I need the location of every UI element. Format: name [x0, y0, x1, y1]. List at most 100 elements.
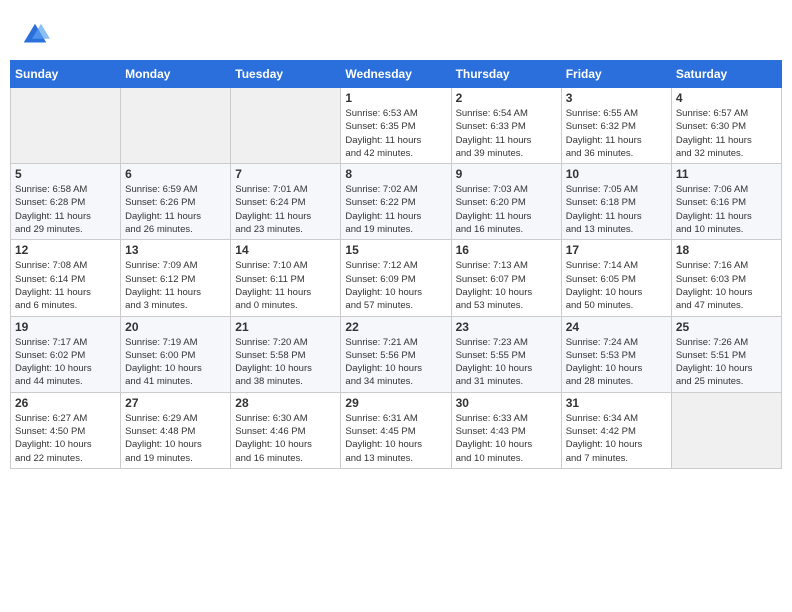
- day-info: Sunrise: 7:23 AM Sunset: 5:55 PM Dayligh…: [456, 336, 557, 389]
- calendar-cell: 3 Sunrise: 6:55 AM Sunset: 6:32 PM Daylig…: [561, 88, 671, 164]
- calendar-cell: 12 Sunrise: 7:08 AM Sunset: 6:14 PM Dayli…: [11, 240, 121, 316]
- day-info: Sunrise: 7:14 AM Sunset: 6:05 PM Dayligh…: [566, 259, 667, 312]
- day-number: 11: [676, 167, 777, 181]
- calendar-cell: 15Sunrise: 7:12 AM Sunset: 6:09 PM Dayli…: [341, 240, 451, 316]
- day-number: 20: [125, 320, 226, 334]
- day-info: Sunrise: 7:06 AM Sunset: 6:16 PM Dayligh…: [676, 183, 777, 236]
- day-number: 1: [345, 91, 446, 105]
- day-info: Sunrise: 6:57 AM Sunset: 6:30 PM Dayligh…: [676, 107, 777, 160]
- day-info: Sunrise: 7:08 AM Sunset: 6:14 PM Dayligh…: [15, 259, 116, 312]
- day-of-week-header: Thursday: [451, 61, 561, 88]
- calendar-cell: [671, 392, 781, 468]
- day-number: 18: [676, 243, 777, 257]
- calendar-cell: 19 Sunrise: 7:17 AM Sunset: 6:02 PM Dayli…: [11, 316, 121, 392]
- calendar-cell: 1 Sunrise: 6:53 AM Sunset: 6:35 PM Daylig…: [341, 88, 451, 164]
- day-info: Sunrise: 7:10 AM Sunset: 6:11 PM Dayligh…: [235, 259, 336, 312]
- day-info: Sunrise: 6:59 AM Sunset: 6:26 PM Dayligh…: [125, 183, 226, 236]
- calendar-cell: [121, 88, 231, 164]
- calendar-body: 1 Sunrise: 6:53 AM Sunset: 6:35 PM Daylig…: [11, 88, 782, 469]
- day-number: 21: [235, 320, 336, 334]
- day-number: 2: [456, 91, 557, 105]
- calendar-cell: 5 Sunrise: 6:58 AM Sunset: 6:28 PM Daylig…: [11, 164, 121, 240]
- day-of-week-header: Monday: [121, 61, 231, 88]
- day-info: Sunrise: 7:26 AM Sunset: 5:51 PM Dayligh…: [676, 336, 777, 389]
- day-info: Sunrise: 7:17 AM Sunset: 6:02 PM Dayligh…: [15, 336, 116, 389]
- day-info: Sunrise: 7:03 AM Sunset: 6:20 PM Dayligh…: [456, 183, 557, 236]
- day-info: Sunrise: 6:30 AM Sunset: 4:46 PM Dayligh…: [235, 412, 336, 465]
- day-info: Sunrise: 6:31 AM Sunset: 4:45 PM Dayligh…: [345, 412, 446, 465]
- calendar-cell: [231, 88, 341, 164]
- day-number: 22: [345, 320, 446, 334]
- day-info: Sunrise: 6:34 AM Sunset: 4:42 PM Dayligh…: [566, 412, 667, 465]
- calendar-cell: 8 Sunrise: 7:02 AM Sunset: 6:22 PM Daylig…: [341, 164, 451, 240]
- calendar-cell: 25Sunrise: 7:26 AM Sunset: 5:51 PM Dayli…: [671, 316, 781, 392]
- day-info: Sunrise: 7:05 AM Sunset: 6:18 PM Dayligh…: [566, 183, 667, 236]
- day-info: Sunrise: 6:27 AM Sunset: 4:50 PM Dayligh…: [15, 412, 116, 465]
- calendar-week-row: 1 Sunrise: 6:53 AM Sunset: 6:35 PM Daylig…: [11, 88, 782, 164]
- day-number: 24: [566, 320, 667, 334]
- calendar-week-row: 26 Sunrise: 6:27 AM Sunset: 4:50 PM Dayli…: [11, 392, 782, 468]
- day-info: Sunrise: 7:19 AM Sunset: 6:00 PM Dayligh…: [125, 336, 226, 389]
- day-number: 4: [676, 91, 777, 105]
- calendar-cell: 24 Sunrise: 7:24 AM Sunset: 5:53 PM Dayli…: [561, 316, 671, 392]
- day-number: 3: [566, 91, 667, 105]
- day-number: 26: [15, 396, 116, 410]
- day-of-week-header: Saturday: [671, 61, 781, 88]
- day-of-week-header: Tuesday: [231, 61, 341, 88]
- calendar-cell: 2 Sunrise: 6:54 AM Sunset: 6:33 PM Daylig…: [451, 88, 561, 164]
- day-number: 12: [15, 243, 116, 257]
- calendar-cell: 29 Sunrise: 6:31 AM Sunset: 4:45 PM Dayli…: [341, 392, 451, 468]
- day-number: 7: [235, 167, 336, 181]
- calendar-cell: 18 Sunrise: 7:16 AM Sunset: 6:03 PM Dayli…: [671, 240, 781, 316]
- day-info: Sunrise: 6:29 AM Sunset: 4:48 PM Dayligh…: [125, 412, 226, 465]
- day-info: Sunrise: 6:54 AM Sunset: 6:33 PM Dayligh…: [456, 107, 557, 160]
- calendar-cell: 9Sunrise: 7:03 AM Sunset: 6:20 PM Daylig…: [451, 164, 561, 240]
- day-info: Sunrise: 6:53 AM Sunset: 6:35 PM Dayligh…: [345, 107, 446, 160]
- day-number: 29: [345, 396, 446, 410]
- calendar-cell: 4 Sunrise: 6:57 AM Sunset: 6:30 PM Daylig…: [671, 88, 781, 164]
- day-of-week-header: Friday: [561, 61, 671, 88]
- calendar-cell: 28Sunrise: 6:30 AM Sunset: 4:46 PM Dayli…: [231, 392, 341, 468]
- day-number: 17: [566, 243, 667, 257]
- day-number: 10: [566, 167, 667, 181]
- calendar-cell: 23 Sunrise: 7:23 AM Sunset: 5:55 PM Dayli…: [451, 316, 561, 392]
- calendar-cell: 30 Sunrise: 6:33 AM Sunset: 4:43 PM Dayli…: [451, 392, 561, 468]
- calendar-cell: 16 Sunrise: 7:13 AM Sunset: 6:07 PM Dayli…: [451, 240, 561, 316]
- day-info: Sunrise: 6:58 AM Sunset: 6:28 PM Dayligh…: [15, 183, 116, 236]
- calendar-cell: 27Sunrise: 6:29 AM Sunset: 4:48 PM Dayli…: [121, 392, 231, 468]
- day-info: Sunrise: 6:33 AM Sunset: 4:43 PM Dayligh…: [456, 412, 557, 465]
- day-number: 23: [456, 320, 557, 334]
- calendar-cell: 26 Sunrise: 6:27 AM Sunset: 4:50 PM Dayli…: [11, 392, 121, 468]
- calendar-cell: 11 Sunrise: 7:06 AM Sunset: 6:16 PM Dayli…: [671, 164, 781, 240]
- day-of-week-header: Wednesday: [341, 61, 451, 88]
- calendar-table: SundayMondayTuesdayWednesdayThursdayFrid…: [10, 60, 782, 469]
- logo: [20, 20, 54, 50]
- day-number: 8: [345, 167, 446, 181]
- day-of-week-header: Sunday: [11, 61, 121, 88]
- day-number: 19: [15, 320, 116, 334]
- day-info: Sunrise: 7:16 AM Sunset: 6:03 PM Dayligh…: [676, 259, 777, 312]
- day-number: 15: [345, 243, 446, 257]
- day-info: Sunrise: 7:01 AM Sunset: 6:24 PM Dayligh…: [235, 183, 336, 236]
- page-header: [10, 10, 782, 55]
- calendar-header-row: SundayMondayTuesdayWednesdayThursdayFrid…: [11, 61, 782, 88]
- day-info: Sunrise: 7:09 AM Sunset: 6:12 PM Dayligh…: [125, 259, 226, 312]
- calendar-cell: 10 Sunrise: 7:05 AM Sunset: 6:18 PM Dayli…: [561, 164, 671, 240]
- calendar-cell: 6Sunrise: 6:59 AM Sunset: 6:26 PM Daylig…: [121, 164, 231, 240]
- calendar-week-row: 5 Sunrise: 6:58 AM Sunset: 6:28 PM Daylig…: [11, 164, 782, 240]
- calendar-cell: 21Sunrise: 7:20 AM Sunset: 5:58 PM Dayli…: [231, 316, 341, 392]
- day-info: Sunrise: 7:13 AM Sunset: 6:07 PM Dayligh…: [456, 259, 557, 312]
- calendar-cell: [11, 88, 121, 164]
- day-info: Sunrise: 7:02 AM Sunset: 6:22 PM Dayligh…: [345, 183, 446, 236]
- day-info: Sunrise: 7:21 AM Sunset: 5:56 PM Dayligh…: [345, 336, 446, 389]
- calendar-cell: 13Sunrise: 7:09 AM Sunset: 6:12 PM Dayli…: [121, 240, 231, 316]
- day-info: Sunrise: 6:55 AM Sunset: 6:32 PM Dayligh…: [566, 107, 667, 160]
- calendar-cell: 7 Sunrise: 7:01 AM Sunset: 6:24 PM Daylig…: [231, 164, 341, 240]
- day-number: 30: [456, 396, 557, 410]
- day-number: 16: [456, 243, 557, 257]
- day-info: Sunrise: 7:24 AM Sunset: 5:53 PM Dayligh…: [566, 336, 667, 389]
- day-number: 14: [235, 243, 336, 257]
- day-number: 5: [15, 167, 116, 181]
- calendar-cell: 31 Sunrise: 6:34 AM Sunset: 4:42 PM Dayli…: [561, 392, 671, 468]
- day-number: 31: [566, 396, 667, 410]
